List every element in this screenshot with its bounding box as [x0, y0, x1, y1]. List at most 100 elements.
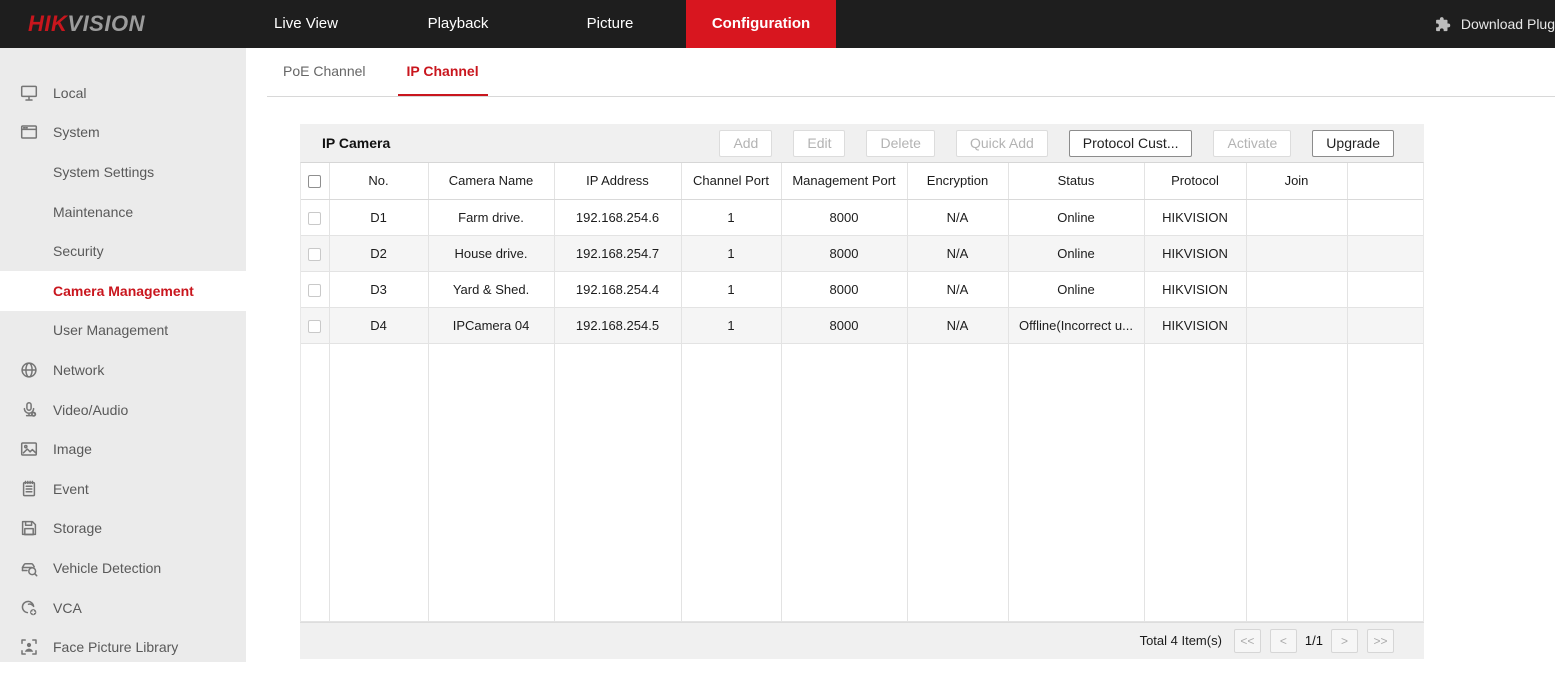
pager-first-button[interactable]: <<	[1234, 629, 1261, 653]
cell-management-port: 8000	[781, 235, 907, 271]
toolbar-buttons: Add Edit Delete Quick Add Protocol Cust... Ac…	[719, 130, 1394, 157]
sidebar-item-label: User Management	[53, 322, 168, 338]
sidebar-item-label: Event	[53, 481, 89, 497]
monitor-icon	[19, 83, 39, 103]
cell-management-port: 8000	[781, 271, 907, 307]
panel-title: IP Camera	[322, 135, 390, 151]
delete-button[interactable]: Delete	[866, 130, 934, 157]
sidebar-item-label: VCA	[53, 600, 82, 616]
cell-join	[1246, 199, 1347, 235]
cell-protocol: HIKVISION	[1144, 307, 1246, 343]
cell-encryption: N/A	[907, 199, 1008, 235]
pager-last-button[interactable]: >>	[1367, 629, 1394, 653]
edit-button[interactable]: Edit	[793, 130, 845, 157]
nav-tab-picture[interactable]: Picture	[534, 0, 686, 48]
row-checkbox-cell	[301, 199, 329, 235]
tab-poe-channel[interactable]: PoE Channel	[274, 48, 375, 96]
sidebar-item-camera-management[interactable]: Camera Management	[0, 271, 246, 311]
cell-extra	[1347, 199, 1423, 235]
sidebar-item-vca[interactable]: VCA	[0, 588, 246, 628]
table-row: D4IPCamera 04192.168.254.518000N/AOfflin…	[301, 307, 1423, 343]
pager-prev-button[interactable]: <	[1270, 629, 1297, 653]
nav-tab-live-view[interactable]: Live View	[230, 0, 382, 48]
sidebar-item-network[interactable]: Network	[0, 350, 246, 390]
hikvision-logo: HIKVISION	[28, 11, 145, 37]
sidebar-item-user-management[interactable]: User Management	[0, 311, 246, 351]
quick-add-button[interactable]: Quick Add	[956, 130, 1048, 157]
cell-management-port: 8000	[781, 199, 907, 235]
sidebar-item-image[interactable]: Image	[0, 429, 246, 469]
cell-ip-address: 192.168.254.6	[554, 199, 681, 235]
cell-status: Offline(Incorrect u...	[1008, 307, 1144, 343]
row-checkbox[interactable]	[308, 248, 321, 261]
add-button[interactable]: Add	[719, 130, 772, 157]
sidebar-item-face-picture-library[interactable]: Face Picture Library	[0, 627, 246, 667]
row-checkbox[interactable]	[308, 284, 321, 297]
cell-camera-name: Farm drive.	[428, 199, 554, 235]
upgrade-button[interactable]: Upgrade	[1312, 130, 1394, 157]
cell-management-port: 8000	[781, 307, 907, 343]
cell-protocol: HIKVISION	[1144, 235, 1246, 271]
sidebar-item-label: Maintenance	[53, 204, 133, 220]
vca-icon	[19, 598, 39, 618]
tab-ip-channel[interactable]: IP Channel	[398, 48, 488, 96]
empty-cell	[781, 343, 907, 621]
storage-icon	[19, 518, 39, 538]
nav-tab-configuration[interactable]: Configuration	[686, 0, 836, 48]
channel-tabs: PoE Channel IP Channel	[267, 48, 1555, 97]
select-all-checkbox[interactable]	[308, 175, 321, 188]
sidebar-item-vehicle-detection[interactable]: Vehicle Detection	[0, 548, 246, 588]
cell-no: D3	[329, 271, 428, 307]
download-plugin-link[interactable]: Download Plug	[1434, 0, 1555, 48]
sidebar-item-system[interactable]: System	[0, 113, 246, 153]
nav-tab-playback[interactable]: Playback	[382, 0, 534, 48]
cell-ip-address: 192.168.254.7	[554, 235, 681, 271]
table-row: D1Farm drive.192.168.254.618000N/AOnline…	[301, 199, 1423, 235]
sidebar-item-storage[interactable]: Storage	[0, 509, 246, 549]
puzzle-icon	[1434, 15, 1453, 34]
cell-no: D1	[329, 199, 428, 235]
cell-join	[1246, 235, 1347, 271]
globe-icon	[19, 360, 39, 380]
pager-next-button[interactable]: >	[1331, 629, 1358, 653]
table-row: D2House drive.192.168.254.718000N/AOnlin…	[301, 235, 1423, 271]
column-header-encryption: Encryption	[907, 163, 1008, 199]
sidebar-item-system-settings[interactable]: System Settings	[0, 152, 246, 192]
column-header-status: Status	[1008, 163, 1144, 199]
column-header-no: No.	[329, 163, 428, 199]
sidebar-item-video-audio[interactable]: Video/Audio	[0, 390, 246, 430]
cell-channel-port: 1	[681, 307, 781, 343]
sidebar-item-label: Storage	[53, 520, 102, 536]
activate-button[interactable]: Activate	[1213, 130, 1291, 157]
cell-status: Online	[1008, 199, 1144, 235]
sidebar-item-label: Face Picture Library	[53, 639, 178, 655]
column-header-join: Join	[1246, 163, 1347, 199]
cell-join	[1246, 307, 1347, 343]
column-header-camera-name: Camera Name	[428, 163, 554, 199]
row-checkbox[interactable]	[308, 320, 321, 333]
table-footer: Total 4 Item(s) << < 1/1 > >>	[300, 622, 1424, 659]
table-body: D1Farm drive.192.168.254.618000N/AOnline…	[301, 199, 1423, 621]
cell-channel-port: 1	[681, 199, 781, 235]
empty-cell	[1144, 343, 1246, 621]
face-library-icon	[19, 637, 39, 657]
row-checkbox-cell	[301, 307, 329, 343]
cell-status: Online	[1008, 235, 1144, 271]
cell-encryption: N/A	[907, 235, 1008, 271]
table-row: D3Yard & Shed.192.168.254.418000N/AOnlin…	[301, 271, 1423, 307]
sidebar-item-event[interactable]: Event	[0, 469, 246, 509]
protocol-cust-button[interactable]: Protocol Cust...	[1069, 130, 1193, 157]
sidebar-item-security[interactable]: Security	[0, 231, 246, 271]
cell-channel-port: 1	[681, 235, 781, 271]
sidebar-item-label: System Settings	[53, 164, 154, 180]
empty-cell	[1246, 343, 1347, 621]
sidebar-item-maintenance[interactable]: Maintenance	[0, 192, 246, 232]
sidebar: LocalSystem System Settings Maintenance Sec…	[0, 48, 246, 662]
cell-join	[1246, 271, 1347, 307]
microphone-icon	[19, 400, 39, 420]
cell-camera-name: House drive.	[428, 235, 554, 271]
sidebar-item-local[interactable]: Local	[0, 73, 246, 113]
row-checkbox[interactable]	[308, 212, 321, 225]
ip-camera-panel: IP Camera Add Edit Delete Quick Add Protocol…	[300, 124, 1424, 659]
empty-table-area	[301, 343, 1423, 621]
